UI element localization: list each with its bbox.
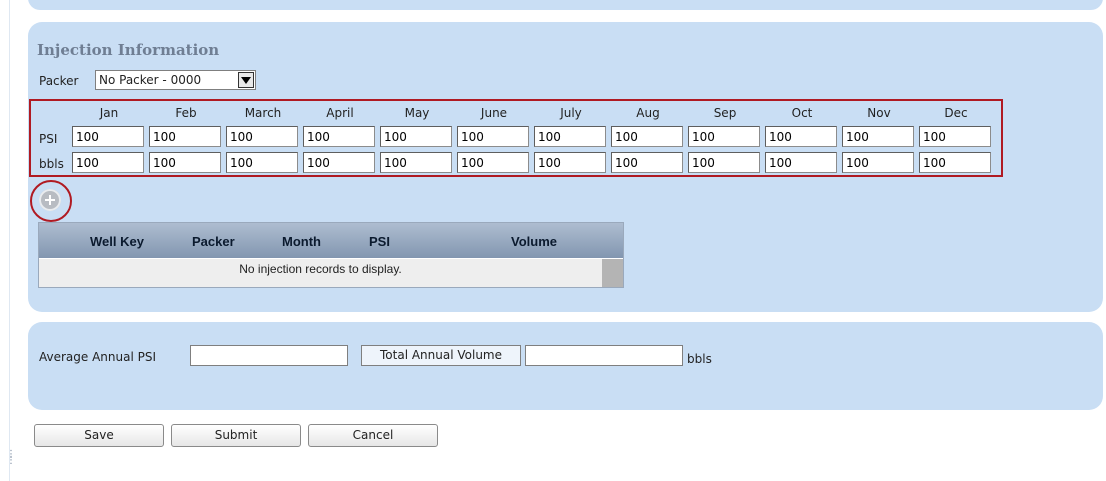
packer-select[interactable]: No Packer - 0000	[95, 70, 256, 90]
col-volume[interactable]: Volume	[511, 234, 557, 249]
psi-input[interactable]	[457, 126, 529, 147]
volume-unit: bbls	[687, 352, 712, 366]
panel-previous-section	[28, 0, 1103, 10]
page-left-rule	[9, 0, 10, 481]
packer-select-value: No Packer - 0000	[99, 73, 202, 87]
psi-input[interactable]	[842, 126, 914, 147]
grid-empty-message: No injection records to display.	[39, 259, 602, 287]
bbls-input[interactable]	[842, 152, 914, 173]
save-button[interactable]: Save	[34, 424, 164, 447]
bbls-input[interactable]	[688, 152, 760, 173]
psi-row-label: PSI	[39, 132, 58, 146]
avg-psi-label: Average Annual PSI	[39, 350, 157, 364]
bbls-input[interactable]	[611, 152, 683, 173]
psi-input[interactable]	[765, 126, 837, 147]
month-header: May	[404, 106, 430, 120]
col-month[interactable]: Month	[282, 234, 321, 249]
total-volume-label: Total Annual Volume	[361, 345, 521, 366]
month-header: Feb	[175, 106, 197, 120]
month-header: Oct	[791, 106, 813, 120]
cancel-button[interactable]: Cancel	[308, 424, 438, 447]
bbls-row-label: bbls	[39, 157, 64, 171]
bbls-input[interactable]	[534, 152, 606, 173]
psi-input[interactable]	[611, 126, 683, 147]
month-header: Dec	[944, 106, 968, 120]
psi-input[interactable]	[72, 126, 144, 147]
psi-input[interactable]	[919, 126, 991, 147]
month-header: Nov	[867, 106, 891, 120]
resize-grip-icon[interactable]: ⋮ ⋮	[6, 450, 16, 466]
psi-input[interactable]	[226, 126, 298, 147]
submit-button[interactable]: Submit	[171, 424, 301, 447]
total-volume-input[interactable]	[525, 345, 683, 366]
bbls-input[interactable]	[919, 152, 991, 173]
bbls-input[interactable]	[380, 152, 452, 173]
bbls-input[interactable]	[765, 152, 837, 173]
psi-input[interactable]	[688, 126, 760, 147]
grid-header: Well Key Packer Month PSI Volume	[39, 223, 623, 258]
col-well-key[interactable]: Well Key	[90, 234, 144, 249]
avg-psi-input[interactable]	[190, 345, 348, 366]
bbls-input[interactable]	[72, 152, 144, 173]
chevron-down-icon[interactable]	[238, 72, 254, 88]
psi-input[interactable]	[149, 126, 221, 147]
injection-records-grid: Well Key Packer Month PSI Volume No inje…	[38, 222, 624, 288]
psi-input[interactable]	[303, 126, 375, 147]
month-header: Jan	[99, 106, 119, 120]
psi-input[interactable]	[380, 126, 452, 147]
month-header: March	[244, 106, 282, 120]
bbls-input[interactable]	[149, 152, 221, 173]
plus-circle-icon[interactable]	[39, 189, 61, 211]
grid-scrollbar[interactable]	[602, 259, 623, 287]
month-header: July	[560, 106, 582, 120]
month-header: April	[326, 106, 354, 120]
panel-annual-summary	[28, 322, 1103, 410]
section-title: Injection Information	[37, 41, 220, 59]
col-psi[interactable]: PSI	[369, 234, 390, 249]
month-header: Aug	[636, 106, 660, 120]
bbls-input[interactable]	[457, 152, 529, 173]
month-header: Sep	[713, 106, 737, 120]
bbls-input[interactable]	[226, 152, 298, 173]
packer-label: Packer	[39, 74, 79, 88]
bbls-input[interactable]	[303, 152, 375, 173]
month-header: June	[480, 106, 508, 120]
psi-input[interactable]	[534, 126, 606, 147]
col-packer[interactable]: Packer	[192, 234, 235, 249]
